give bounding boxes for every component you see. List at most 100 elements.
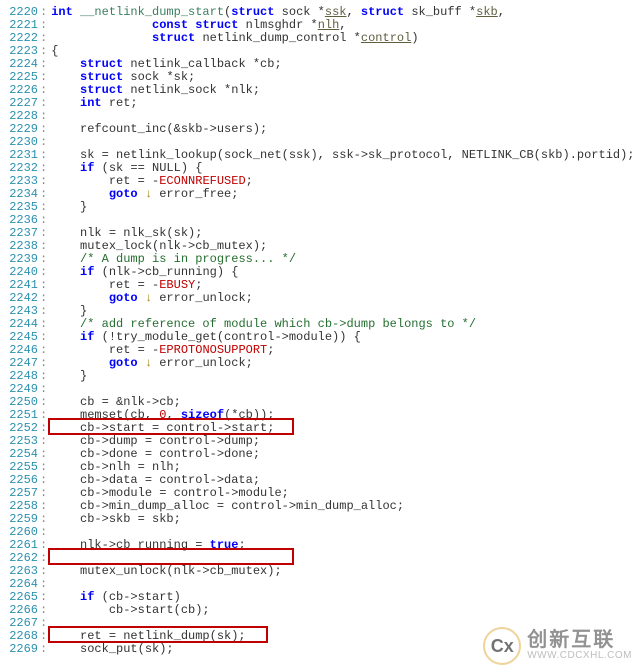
token-txt: ,	[166, 408, 180, 422]
token-kw: struct	[361, 5, 404, 19]
token-arrow: ↓	[145, 187, 152, 201]
token-txt: cb->done = control->done;	[51, 447, 260, 461]
token-txt: nlmsghdr *	[238, 18, 317, 32]
token-txt: ret = netlink_dump(sk);	[51, 629, 245, 643]
code-content: int ret;	[51, 97, 636, 110]
token-txt	[51, 96, 80, 110]
code-content: struct netlink_sock *nlk;	[51, 84, 636, 97]
token-kw: if	[80, 265, 94, 279]
token-txt: ,	[498, 5, 505, 19]
code-content: cb->start(cb);	[51, 604, 636, 617]
token-txt: mutex_unlock(nlk->cb_mutex);	[51, 564, 281, 578]
token-txt: (nlk->cb_running) {	[94, 265, 238, 279]
token-pp: __netlink_dump_start	[80, 5, 224, 19]
token-txt: sk = netlink_lookup(sock_net(ssk), ssk->…	[51, 148, 634, 162]
token-kw: struct	[231, 5, 274, 19]
code-line: 2227: int ret;	[0, 97, 636, 110]
line-number: 2269	[0, 643, 40, 656]
token-txt	[138, 356, 145, 370]
token-txt: netlink_callback *cb;	[123, 57, 281, 71]
token-kw: const	[152, 18, 188, 32]
token-com: /* A dump is in progress... */	[80, 252, 296, 266]
token-txt: memset(cb,	[51, 408, 159, 422]
token-txt: cb->start(cb);	[51, 603, 209, 617]
token-kw: goto	[109, 356, 138, 370]
token-txt: ;	[238, 538, 245, 552]
code-line: 2235: }	[0, 201, 636, 214]
token-txt: cb->module = control->module;	[51, 486, 289, 500]
token-txt: sock_put(sk);	[51, 642, 173, 656]
code-viewer: 2220:int __netlink_dump_start(struct soc…	[0, 0, 636, 656]
token-kw: int	[51, 5, 73, 19]
code-content: goto ↓ error_unlock;	[51, 292, 636, 305]
token-txt	[51, 330, 80, 344]
token-arrow: ↓	[145, 356, 152, 370]
token-kw: struct	[152, 31, 195, 45]
token-txt: {	[51, 44, 58, 58]
token-txt: refcount_inc(&skb->users);	[51, 122, 267, 136]
code-content: goto ↓ error_unlock;	[51, 357, 636, 370]
token-txt	[51, 70, 80, 84]
token-txt: cb->min_dump_alloc = control->min_dump_a…	[51, 499, 404, 513]
token-com: /* add reference of module which cb->dum…	[80, 317, 476, 331]
token-txt: )	[411, 31, 418, 45]
token-txt: sock *	[274, 5, 324, 19]
code-content: cb->skb = skb;	[51, 513, 636, 526]
token-txt: (sk == NULL) {	[94, 161, 202, 175]
token-txt: netlink_sock *nlk;	[123, 83, 260, 97]
code-line: 2234: goto ↓ error_free;	[0, 188, 636, 201]
token-txt: ret;	[102, 96, 138, 110]
token-txt	[51, 590, 80, 604]
token-txt: cb->data = control->data;	[51, 473, 260, 487]
token-txt	[138, 187, 145, 201]
token-txt	[51, 252, 80, 266]
code-line: 2248: }	[0, 370, 636, 383]
token-txt: cb->skb = skb;	[51, 512, 181, 526]
token-txt	[51, 265, 80, 279]
token-kw: if	[80, 161, 94, 175]
line-colon: :	[40, 643, 51, 656]
code-line: 2263: mutex_unlock(nlk->cb_mutex);	[0, 565, 636, 578]
token-txt: (cb->start)	[94, 590, 180, 604]
token-txt	[73, 5, 80, 19]
code-line: 2229: refcount_inc(&skb->users);	[0, 123, 636, 136]
token-kw: if	[80, 330, 94, 344]
token-txt: cb->start = control->start;	[51, 421, 274, 435]
token-txt: ,	[339, 18, 346, 32]
token-kw: struct	[80, 57, 123, 71]
token-err: EPROTONOSUPPORT	[159, 343, 267, 357]
token-txt	[51, 317, 80, 331]
watermark-name: 创新互联	[527, 630, 632, 651]
code-content: }	[51, 370, 636, 383]
token-txt: sock *sk;	[123, 70, 195, 84]
token-txt: error_free;	[152, 187, 238, 201]
token-txt	[51, 31, 152, 45]
token-txt: }	[51, 369, 87, 383]
token-txt: ret = -	[51, 278, 159, 292]
token-txt	[51, 83, 80, 97]
code-line: 2247: goto ↓ error_unlock;	[0, 357, 636, 370]
token-txt: ;	[267, 343, 274, 357]
code-line: 2242: goto ↓ error_unlock;	[0, 292, 636, 305]
token-kw: struct	[80, 83, 123, 97]
token-kw: goto	[109, 291, 138, 305]
token-txt: cb->dump = control->dump;	[51, 434, 260, 448]
token-txt: cb = &nlk->cb;	[51, 395, 181, 409]
token-txt: }	[51, 304, 87, 318]
token-txt: cb->nlh = nlh;	[51, 460, 181, 474]
token-err: ECONNREFUSED	[159, 174, 245, 188]
code-line: 2261: nlk->cb_running = true;	[0, 539, 636, 552]
code-line: 2259: cb->skb = skb;	[0, 513, 636, 526]
token-arrow: ↓	[145, 291, 152, 305]
token-kw: int	[80, 96, 102, 110]
token-kw: struct	[80, 70, 123, 84]
token-txt	[51, 291, 109, 305]
token-txt	[51, 161, 80, 175]
code-content: }	[51, 201, 636, 214]
token-txt: netlink_dump_control *	[195, 31, 361, 45]
token-arg: skb	[476, 5, 498, 19]
token-txt: }	[51, 200, 87, 214]
token-txt: ret = -	[51, 343, 159, 357]
token-kw: struct	[195, 18, 238, 32]
token-kw: true	[210, 538, 239, 552]
